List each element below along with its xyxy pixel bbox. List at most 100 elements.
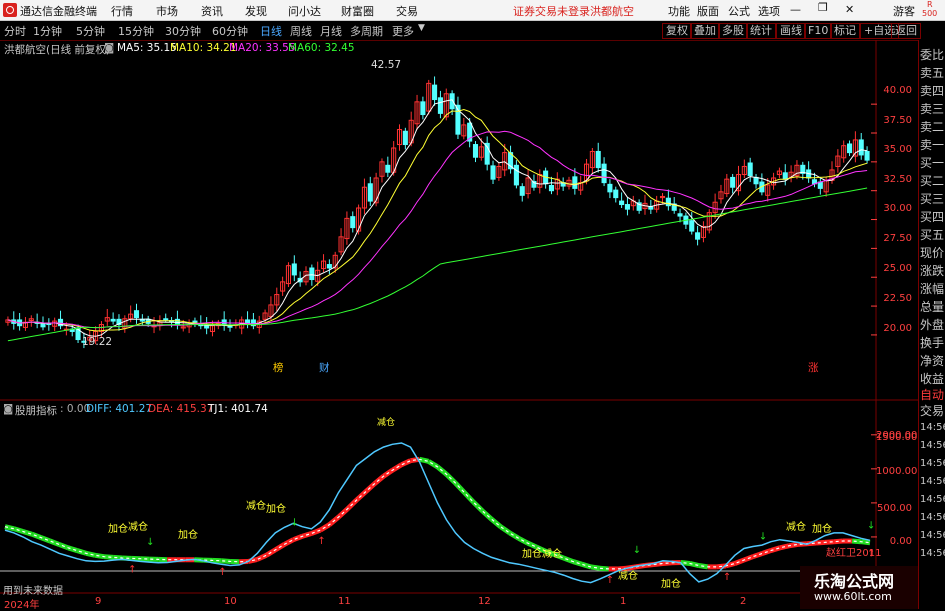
period-multi[interactable]: 多周期 [350, 23, 383, 39]
mark-button[interactable]: 标记 [830, 23, 860, 39]
signal-label: 减仓 [786, 518, 806, 533]
app-logo-icon [3, 3, 17, 17]
period-monthly[interactable]: 月线 [320, 23, 342, 39]
fuquan-button[interactable]: 复权 [662, 23, 692, 39]
quote-label[interactable]: 买三 [920, 190, 944, 207]
period-more[interactable]: 更多 [392, 23, 414, 39]
guest-user[interactable]: 游客 [893, 3, 915, 19]
candle-body [696, 233, 700, 239]
minimize-icon[interactable]: — [790, 3, 801, 16]
quote-label[interactable]: 涨幅 [920, 280, 944, 297]
quote-label[interactable]: 涨跌 [920, 262, 944, 279]
candle-body [433, 85, 437, 99]
period-weekly[interactable]: 周线 [290, 23, 312, 39]
auto-trade-label[interactable]: 交易 [920, 402, 944, 419]
quote-label[interactable]: 外盘 [920, 316, 944, 333]
candle-body [865, 151, 869, 160]
close-icon[interactable]: ✕ [845, 3, 854, 16]
quote-label[interactable]: 卖一 [920, 136, 944, 153]
tick-time: 14:56 [920, 548, 945, 559]
tick-time: 14:56 [920, 458, 945, 469]
candle-body [549, 186, 553, 191]
signal-label: 加仓 [178, 526, 198, 541]
overlay-button[interactable]: 叠加 [690, 23, 720, 39]
event-marker-zhang[interactable]: 涨 [808, 360, 819, 375]
candle-body [818, 182, 822, 188]
tick-time: 14:56 [920, 512, 945, 523]
menu-item-gongshi[interactable]: 公式 [728, 3, 750, 19]
sub-y-tick-label: 500.00 [876, 503, 912, 514]
quote-label[interactable]: 收益 [920, 370, 944, 387]
auto-trade-label[interactable]: 自动 [920, 386, 944, 403]
quote-label[interactable]: 卖四 [920, 82, 944, 99]
trade-login-notice[interactable]: 证券交易未登录 [513, 3, 590, 19]
quote-label[interactable]: 买五 [920, 226, 944, 243]
quote-label[interactable]: 买四 [920, 208, 944, 225]
quote-label[interactable]: 委比 [920, 46, 944, 63]
event-marker-cai[interactable]: 财 [319, 360, 330, 375]
signal-label: 加仓 [108, 520, 128, 535]
menu-item-jiaoyi[interactable]: 交易 [396, 3, 418, 19]
tick-time: 14:56 [920, 530, 945, 541]
menu-item-faxian[interactable]: 发现 [245, 3, 267, 19]
period-fenshi[interactable]: 分时 [4, 23, 26, 39]
period-60min[interactable]: 60分钟 [212, 23, 248, 39]
r-badge-num: 500 [922, 9, 937, 18]
quote-label[interactable]: 现价 [920, 244, 944, 261]
candle-body [41, 323, 45, 326]
sub-y-tick-label: 1000.00 [876, 466, 912, 477]
quote-label[interactable]: 净资 [920, 352, 944, 369]
menu-item-caifuquan[interactable]: 财富圈 [341, 3, 374, 19]
quote-side-panel: 委比 卖五 卖四 卖三 卖二 卖一 买一 买二 买三 买四 买五 现价 涨跌 涨… [918, 40, 945, 609]
restore-icon[interactable]: ❐ [818, 1, 828, 14]
period-5min[interactable]: 5分钟 [76, 23, 105, 39]
period-15min[interactable]: 15分钟 [118, 23, 154, 39]
x-axis-label: 1 [620, 596, 626, 607]
candle-body [450, 94, 454, 109]
period-toolbar: 分时 1分钟 5分钟 15分钟 30分钟 60分钟 日线 周线 月线 多周期 更… [0, 21, 945, 41]
period-30min[interactable]: 30分钟 [165, 23, 201, 39]
signal-label: 加仓 [661, 575, 681, 590]
x-axis-label: 2 [740, 596, 746, 607]
signal-label: 加仓 [266, 500, 286, 515]
candle-body [614, 190, 618, 198]
f10-button[interactable]: F10 [804, 23, 832, 39]
menu-item-shichang[interactable]: 市场 [156, 3, 178, 19]
stats-button[interactable]: 统计 [746, 23, 776, 39]
quote-label[interactable]: 卖五 [920, 64, 944, 81]
menu-item-wenxiaoda[interactable]: 问小达 [288, 3, 321, 19]
menu-item-banmian[interactable]: 版面 [697, 3, 719, 19]
signal-label: 减仓 [128, 518, 148, 533]
ma5-line [8, 100, 867, 336]
candle-body [620, 201, 624, 204]
quote-label[interactable]: 买二 [920, 172, 944, 189]
period-daily[interactable]: 日线 [260, 23, 282, 39]
quote-label[interactable]: 换手 [920, 334, 944, 351]
period-more-chevron-icon[interactable]: ▼ [418, 23, 425, 33]
event-marker-bang[interactable]: 榜 [273, 360, 284, 375]
watermark: 乐淘公式网 www.60lt.com [800, 566, 918, 609]
menu-item-xuanxiang[interactable]: 选项 [758, 3, 780, 19]
candle-body [292, 264, 296, 275]
candle-body [847, 144, 851, 153]
quote-label[interactable]: 卖三 [920, 100, 944, 117]
candle-body [608, 184, 612, 192]
quote-label[interactable]: 买一 [920, 154, 944, 171]
candle-body [690, 221, 694, 231]
signal-arrow: ↑ [606, 575, 614, 586]
signal-arrow: ↓ [759, 532, 767, 543]
menu-item-gongneng[interactable]: 功能 [668, 3, 690, 19]
draw-line-button[interactable]: 画线 [776, 23, 806, 39]
r-badge: R [927, 0, 933, 9]
y-tick-label: 22.50 [876, 293, 912, 304]
x-axis-label: 9 [95, 596, 101, 607]
quote-label[interactable]: 总量 [920, 298, 944, 315]
menu-item-hangqing[interactable]: 行情 [111, 3, 133, 19]
menu-item-zixun[interactable]: 资讯 [201, 3, 223, 19]
period-1min[interactable]: 1分钟 [33, 23, 62, 39]
quote-label[interactable]: 卖二 [920, 118, 944, 135]
signal-arrow: ↑ [317, 536, 325, 547]
multi-stock-button[interactable]: 多股 [718, 23, 748, 39]
back-button[interactable]: 返回 [891, 23, 921, 39]
y-tick-label: 35.00 [876, 144, 912, 155]
